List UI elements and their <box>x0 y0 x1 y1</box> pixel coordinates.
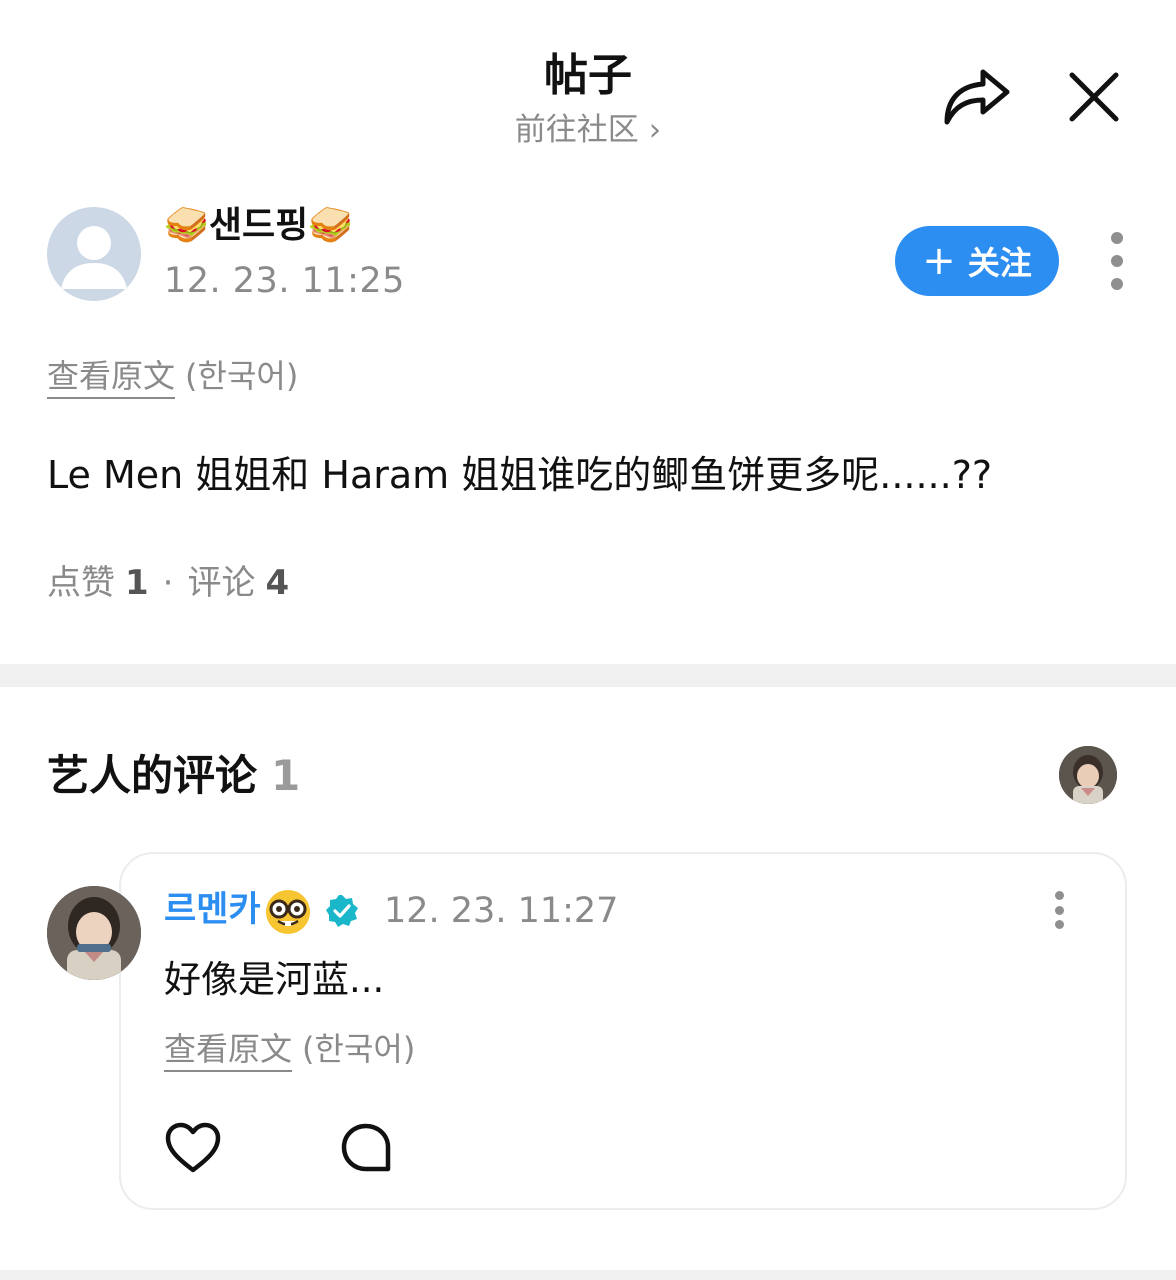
comment-view-original-row: 查看原文 (한국어) <box>164 1027 415 1071</box>
artist-comments-title: 艺人的评论 1 <box>47 748 300 804</box>
artist-avatar-thumb[interactable] <box>1059 746 1117 804</box>
author-name[interactable]: 🥪샌드핑🥪 <box>164 202 353 250</box>
comment-timestamp: 12. 23. 11:27 <box>384 891 619 931</box>
original-language-label: (한국어) <box>185 357 299 395</box>
default-avatar-icon <box>61 226 127 289</box>
likes-label: 点赞 <box>47 563 115 603</box>
heart-icon <box>165 1122 221 1173</box>
bottom-divider <box>0 1270 1176 1280</box>
artist-comments-count: 1 <box>271 751 301 800</box>
like-button[interactable] <box>163 1120 223 1176</box>
artist-photo <box>1059 746 1117 804</box>
artist-comments-label: 艺人的评论 <box>47 751 258 800</box>
post-stats: 点赞 1 · 评论 4 <box>47 560 289 606</box>
close-icon <box>1069 72 1119 122</box>
share-button[interactable] <box>940 64 1012 130</box>
close-button[interactable] <box>1062 66 1126 128</box>
stats-separator: · <box>162 563 174 603</box>
nerd-face-emoji <box>266 890 310 934</box>
comment-text: 好像是河蓝... <box>164 958 385 1001</box>
verified-badge-icon <box>326 895 358 927</box>
go-to-community-label: 前往社区 <box>514 112 639 148</box>
view-original-row: 查看原文 (한국어) <box>47 354 298 398</box>
comment-bubble-icon <box>341 1123 391 1172</box>
post-text: Le Men 姐姐和 Haram 姐姐谁吃的鲫鱼饼更多呢......?? <box>47 453 993 497</box>
author-name-text: 샌드핑 <box>208 205 309 246</box>
view-original-link[interactable]: 查看原文 <box>47 357 175 395</box>
commenter-avatar[interactable] <box>47 886 141 980</box>
comment-original-language-label: (한국어) <box>302 1030 416 1068</box>
share-arrow-icon <box>944 69 1010 125</box>
commenter-name[interactable]: 르멘카 <box>164 886 261 934</box>
post-timestamp: 12. 23. 11:25 <box>164 261 405 301</box>
reply-button[interactable] <box>338 1120 394 1176</box>
comment-view-original-link[interactable]: 查看原文 <box>164 1030 292 1068</box>
commenter-photo <box>47 886 141 980</box>
plus-icon: + <box>922 238 956 284</box>
comments-label: 评论 <box>187 563 256 603</box>
post-more-options-icon[interactable] <box>1105 232 1129 290</box>
likes-count: 1 <box>125 563 149 603</box>
follow-button[interactable]: + 关注 <box>895 226 1059 296</box>
author-avatar[interactable] <box>47 207 141 301</box>
comments-count: 4 <box>265 563 290 603</box>
comment-more-options-icon[interactable] <box>1047 891 1071 929</box>
follow-label: 关注 <box>967 244 1032 282</box>
sandwich-emoji: 🥪 <box>308 205 354 246</box>
sandwich-emoji: 🥪 <box>164 205 209 246</box>
section-divider <box>0 664 1176 687</box>
chevron-right-icon: › <box>648 112 662 148</box>
